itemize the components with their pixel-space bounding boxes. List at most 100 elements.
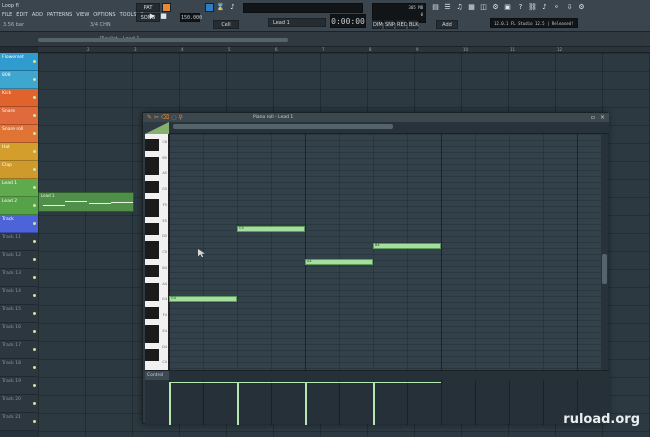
note[interactable]: G4 [169,295,237,302]
browser-icon[interactable]: ◫ [479,3,488,12]
black-key[interactable] [145,169,159,175]
countdown-icon[interactable]: ♪ [228,3,237,12]
black-key[interactable] [145,253,159,259]
plugin-icon[interactable]: ⚙ [491,3,500,12]
pattern-selector[interactable]: Lead 1 [268,18,326,27]
track-mute-led[interactable] [33,294,36,297]
mixer-icon[interactable]: ▤ [431,3,440,12]
black-key[interactable] [145,313,159,319]
piano-roll-horizontal-scrollbar[interactable] [173,124,393,129]
download-icon[interactable]: ⇩ [565,3,574,12]
mode-button-2[interactable]: SNP [384,20,395,29]
news-panel[interactable]: 12.0.1 FL Studio 12.5 | Released! [490,18,578,28]
minimize-icon[interactable]: ▫ [591,113,595,122]
track-header[interactable]: Track 21 [0,413,38,431]
pattern-mode-button[interactable]: PAT [136,3,160,12]
note[interactable]: A4 [305,259,373,266]
menu-patterns[interactable]: PATTERNS [47,10,72,20]
piano-roll-titlebar[interactable]: Piano roll - Lead 1 ✎ ✂ ⌫ ◌ ⚲ ▫ × [143,113,609,122]
track-mute-led[interactable] [33,150,36,153]
track-mute-led[interactable] [33,366,36,369]
track-header[interactable]: Track 19 [0,377,38,395]
black-key[interactable] [145,211,159,217]
scroll-thumb[interactable] [602,254,607,284]
black-key[interactable] [145,187,159,193]
track-mute-led[interactable] [33,222,36,225]
track-mute-led[interactable] [33,60,36,63]
track-mute-led[interactable] [33,114,36,117]
track-header[interactable]: Track 15 [0,305,38,323]
note[interactable]: C5 [237,226,305,233]
menu-file[interactable]: FILE [2,10,12,20]
track-header[interactable]: Lead 2 [0,197,38,215]
tool-icons[interactable]: ✎ ✂ ⌫ ◌ ⚲ [147,113,183,122]
close-icon[interactable]: × [600,113,605,122]
playlist-icon[interactable]: ☰ [443,3,452,12]
track-header[interactable]: Track 16 [0,323,38,341]
tempo-display[interactable]: 150.000 [180,13,202,22]
menu-options[interactable]: OPTIONS [93,10,115,20]
cpu-icon[interactable]: ▣ [503,3,512,12]
wait-icon[interactable]: ⌛ [216,3,225,12]
velocity-lane[interactable] [169,380,609,425]
metronome-button[interactable] [205,3,214,12]
track-header[interactable]: Track 17 [0,341,38,359]
track-mute-led[interactable] [33,312,36,315]
piano-roll-window[interactable]: Piano roll - Lead 1 ✎ ✂ ⌫ ◌ ⚲ ▫ × C6 B5 A5… [142,112,609,425]
menu-tools[interactable]: TOOLS [120,10,137,20]
track-header[interactable]: Track 14 [0,287,38,305]
black-key[interactable] [145,355,159,361]
tuner-icon[interactable]: ⚬ [552,3,561,12]
add-button[interactable]: Add [436,20,458,29]
options-icon[interactable]: ⚙ [577,3,586,12]
velocity-bar[interactable] [373,382,375,425]
velocity-bar[interactable] [305,382,307,425]
note[interactable]: B4 [373,242,441,249]
track-header[interactable]: Track 11 [0,233,38,251]
stop-icon[interactable]: ■ [159,12,168,21]
track-header[interactable]: 808 [0,71,38,89]
track-header[interactable]: Flowerset [0,53,38,71]
track-mute-led[interactable] [33,258,36,261]
track-header[interactable]: Lead 1 [0,179,38,197]
piano-keyboard[interactable]: C6 B5 A5 G5 F5 E5 D5 C5 B4 A4 G4 F4 E4 D4 C4 [145,134,169,370]
track-mute-led[interactable] [33,132,36,135]
track-mute-led[interactable] [33,186,36,189]
track-mute-led[interactable] [33,348,36,351]
black-key[interactable] [145,271,159,277]
track-mute-led[interactable] [33,384,36,387]
track-mute-led[interactable] [33,78,36,81]
black-key[interactable] [145,295,159,301]
menu-view[interactable]: VIEW [76,10,89,20]
channel-rack-icon[interactable]: ▦ [467,3,476,12]
help-icon[interactable]: ? [516,3,525,12]
track-mute-led[interactable] [33,240,36,243]
track-header[interactable]: Track 13 [0,269,38,287]
mode-button-1[interactable]: DIM [372,20,383,29]
track-mute-led[interactable] [33,402,36,405]
track-mute-led[interactable] [33,96,36,99]
track-header[interactable]: Track 20 [0,395,38,413]
piano-roll-vertical-scrollbar[interactable] [601,134,608,370]
black-key[interactable] [145,229,159,235]
menu-edit[interactable]: EDIT [16,10,28,20]
pattern-clip-lead-1[interactable]: Lead 1 [38,192,134,212]
note-grid[interactable]: G4 C5 A4 B4 [169,134,601,370]
play-icon[interactable]: ▶ [148,12,157,21]
menu-add[interactable]: ADD [32,10,43,20]
mode-button-3[interactable]: REC [396,20,407,29]
record-button[interactable] [162,3,171,12]
control-target-select[interactable]: Control [145,371,169,380]
track-header[interactable]: Snare roll [0,125,38,143]
track-mute-led[interactable] [33,330,36,333]
link-icon[interactable]: ⛓ [528,3,537,12]
playlist-horizontal-scrollbar[interactable] [38,38,288,42]
black-key[interactable] [145,337,159,343]
event-editor[interactable]: Control [145,370,609,425]
black-key[interactable] [145,145,159,151]
microphone-icon[interactable]: ♪ [540,3,549,12]
velocity-bar[interactable] [237,382,239,425]
velocity-bar[interactable] [169,382,171,425]
mode-button-4[interactable]: BLK [408,20,419,29]
snap-select[interactable]: Cell [213,20,239,29]
